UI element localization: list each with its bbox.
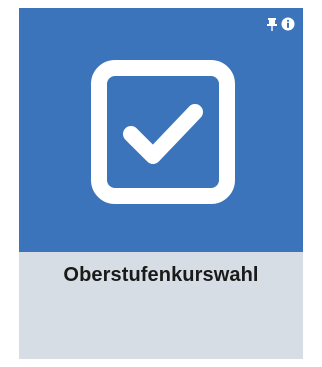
app-tile-oberstufenkurswahl[interactable]: Oberstufenkurswahl: [19, 8, 303, 359]
checkbox-checked-icon: [91, 60, 235, 204]
tile-title: Oberstufenkurswahl: [63, 264, 259, 286]
info-icon[interactable]: [281, 17, 295, 31]
tile-actions: [265, 17, 295, 31]
pin-icon[interactable]: [265, 17, 279, 31]
tile-icon-area: [19, 8, 303, 252]
